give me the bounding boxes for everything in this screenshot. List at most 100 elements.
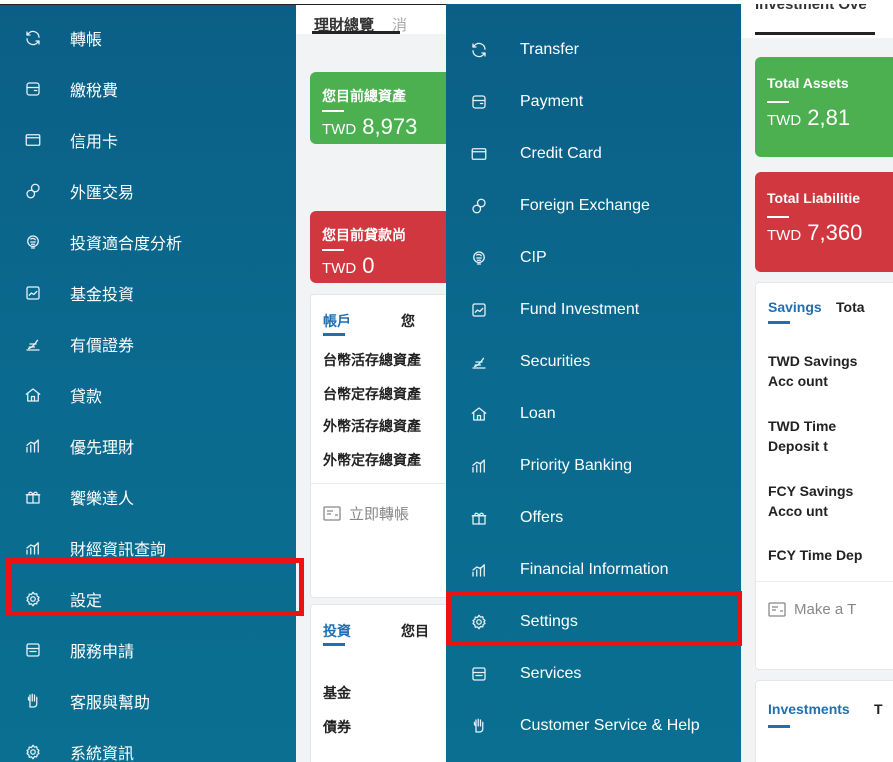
sidebar-item-label: Securities [520, 353, 591, 370]
sidebar-item-loan[interactable]: 貸款 [0, 369, 296, 421]
services-icon [22, 639, 44, 661]
sidebar-item-label: 設定 [70, 593, 103, 610]
financial-information-icon [22, 537, 44, 559]
total-assets-card[interactable]: 您目前總資產 TWD 8,973 [310, 72, 446, 144]
make-transfer-link[interactable]: Make a T [768, 601, 856, 618]
account-row[interactable]: TWD Savings Acc ount [768, 351, 878, 391]
investments-box: Investments T [755, 680, 893, 762]
total-assets-title: 您目前總資產 [322, 88, 406, 104]
transfer-card-icon [768, 601, 786, 617]
sidebar-item-label: Loan [520, 405, 556, 422]
account-row[interactable]: TWD Time Deposit t [768, 416, 878, 456]
tab-second[interactable]: 您 [401, 311, 415, 331]
sidebar-item-loan[interactable]: Loan [446, 388, 741, 440]
tab-underline [755, 32, 875, 35]
transfer-now-link[interactable]: 立即轉帳 [323, 503, 409, 524]
sidebar-item-fund-investment[interactable]: 基金投資 [0, 267, 296, 319]
settings-icon [22, 588, 44, 610]
sidebar-item-label: 轉帳 [70, 32, 103, 49]
sidebar-item-label: 系統資訊 [70, 746, 135, 762]
divider [311, 483, 446, 484]
sidebar-item-customer-service[interactable]: Customer Service & Help [446, 700, 741, 752]
sidebar-item-offers[interactable]: 饗樂達人 [0, 471, 296, 523]
sidebar-item-label: Financial Information [520, 561, 669, 578]
sidebar-item-fund-investment[interactable]: Fund Investment [446, 284, 741, 336]
tab-total[interactable]: Tota [836, 299, 865, 315]
sidebar-item-credit-card[interactable]: 信用卡 [0, 114, 296, 166]
sidebar-item-label: 優先理財 [70, 440, 135, 457]
sidebar-item-financial-information[interactable]: 財經資訊查詢 [0, 522, 296, 574]
investment-row[interactable]: 基金 [323, 683, 446, 703]
tab-savings[interactable]: Savings [768, 299, 822, 315]
payment-icon [468, 91, 490, 113]
sidebar-item-credit-card[interactable]: Credit Card [446, 128, 741, 180]
sidebar-item-label: Services [520, 665, 582, 682]
tab-investment-overview[interactable]: Investment Ove [755, 4, 867, 13]
foreign-exchange-icon [22, 180, 44, 202]
sidebar-item-financial-information[interactable]: Financial Information [446, 544, 741, 596]
sidebar-item-priority-banking[interactable]: 優先理財 [0, 420, 296, 472]
sidebar-item-services[interactable]: 服務申請 [0, 624, 296, 676]
cip-icon [22, 231, 44, 253]
account-row[interactable]: 外幣活存總資產 [323, 416, 446, 436]
tab-accounts[interactable]: 帳戶 [323, 311, 351, 331]
total-assets-card[interactable]: Total Assets TWD 2,81 [755, 57, 893, 157]
credit-card-icon [22, 129, 44, 151]
savings-box: Savings Tota TWD Savings Acc ount TWD Ti… [755, 282, 893, 670]
sidebar-item-priority-banking[interactable]: Priority Banking [446, 440, 741, 492]
offers-icon [468, 507, 490, 529]
tab-investments[interactable]: Investments [768, 701, 850, 717]
transfer-card-icon [323, 505, 341, 521]
overview-content: Investment Ove Total Assets TWD 2,81 Tot… [741, 4, 893, 762]
tab-second[interactable]: 您目 [401, 621, 429, 641]
card-dash [767, 101, 789, 103]
sidebar-item-transfer[interactable]: 轉帳 [0, 12, 296, 64]
amount: 0 [362, 253, 375, 278]
investments-box: 投資 您目 基金 債券 [310, 604, 446, 762]
total-liabilities-value: TWD 7,360 [767, 220, 862, 246]
sidebar-item-label: 饗樂達人 [70, 491, 135, 508]
sidebar-item-settings[interactable]: 設定 [0, 573, 296, 625]
investment-row[interactable]: 債券 [323, 717, 446, 737]
account-row[interactable]: 外幣定存總資產 [323, 450, 446, 470]
total-liabilities-card[interactable]: 您目前貸款尚 TWD 0 [310, 211, 446, 283]
sidebar-item-label: Customer Service & Help [520, 717, 700, 734]
sidebar-item-label: Transfer [520, 41, 579, 58]
priority-banking-icon [468, 455, 490, 477]
sidebar-item-label: Priority Banking [520, 457, 633, 474]
account-row[interactable]: FCY Savings Acco unt [768, 481, 878, 521]
sidebar-item-securities[interactable]: 有價證券 [0, 318, 296, 370]
sidebar-item-settings[interactable]: Settings [446, 596, 741, 648]
sidebar-item-foreign-exchange[interactable]: 外匯交易 [0, 165, 296, 217]
tab-second[interactable]: T [874, 701, 883, 717]
currency: TWD [322, 260, 357, 277]
sidebar-item-cip[interactable]: 投資適合度分析 [0, 216, 296, 268]
sidebar-item-foreign-exchange[interactable]: Foreign Exchange [446, 180, 741, 232]
account-row[interactable]: 台幣定存總資產 [323, 384, 446, 404]
transfer-now-label: 立即轉帳 [349, 506, 410, 523]
tab-investments[interactable]: 投資 [323, 621, 351, 641]
sidebar-item-payment[interactable]: 繳稅費 [0, 63, 296, 115]
sidebar-item-label: 服務申請 [70, 644, 135, 661]
tab-underline [312, 31, 400, 34]
account-row[interactable]: FCY Time Dep [768, 545, 893, 565]
sidebar-item-payment[interactable]: Payment [446, 76, 741, 128]
sidebar-item-system-info[interactable]: 系統資訊 [0, 726, 296, 762]
total-liabilities-title: 您目前貸款尚 [322, 227, 406, 243]
sidebar-item-cip[interactable]: CIP [446, 232, 741, 284]
sidebar-item-label: Foreign Exchange [520, 197, 650, 214]
sidebar-item-services[interactable]: Services [446, 648, 741, 700]
sidebar-item-customer-service[interactable]: 客服與幫助 [0, 675, 296, 727]
sidebar-menu: Transfer Payment Credit Card Foreign Exchan… [446, 4, 741, 762]
financial-information-icon [468, 559, 490, 581]
sidebar-item-transfer[interactable]: Transfer [446, 24, 741, 76]
sidebar-item-label: Settings [520, 613, 578, 630]
content-tabs: Investment Ove [741, 4, 893, 38]
total-liabilities-card[interactable]: Total Liabilitie TWD 7,360 [755, 172, 893, 272]
sidebar-item-securities[interactable]: Securities [446, 336, 741, 388]
overview-content: 理財總覽 消 您目前總資產 TWD 8,973 您目前貸款尚 TWD 0 帳戶 … [296, 4, 446, 762]
account-row[interactable]: 台幣活存總資產 [323, 350, 446, 370]
sidebar-item-label: 有價證券 [70, 338, 135, 355]
sidebar-item-offers[interactable]: Offers [446, 492, 741, 544]
sidebar-item-label: 繳稅費 [70, 83, 119, 100]
